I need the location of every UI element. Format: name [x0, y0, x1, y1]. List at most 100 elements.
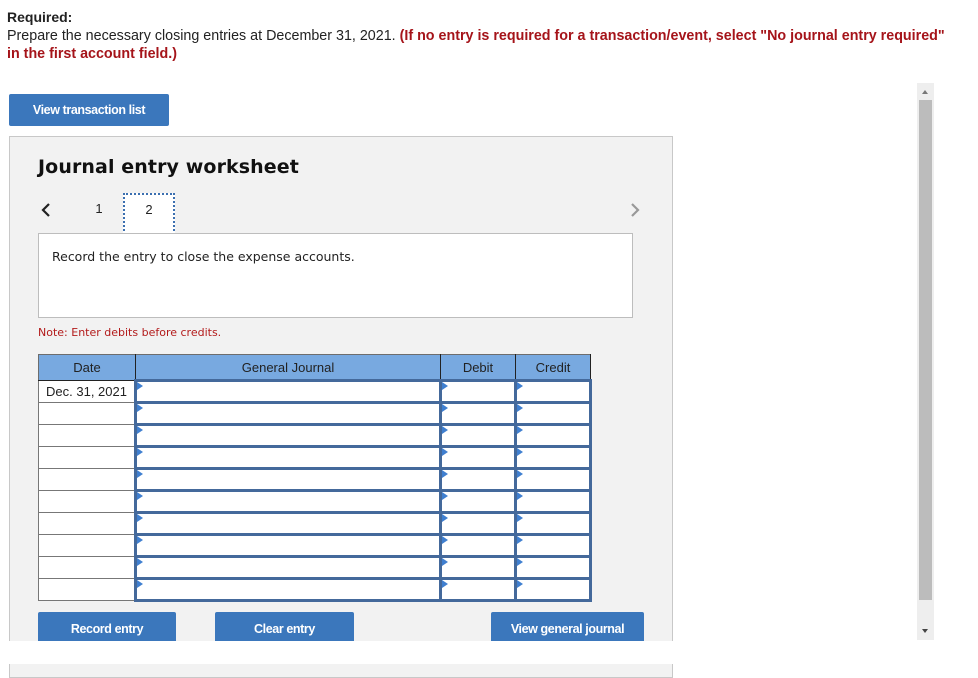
cell-marker-icon	[137, 536, 143, 544]
entry-description: Record the entry to close the expense ac…	[52, 249, 355, 264]
cell-marker-icon	[517, 426, 523, 434]
credit-input[interactable]	[514, 445, 592, 470]
date-cell	[38, 468, 136, 491]
account-select[interactable]	[134, 489, 442, 514]
header-date: Date	[38, 354, 136, 381]
debit-input[interactable]	[439, 423, 517, 448]
debit-input[interactable]	[439, 577, 517, 602]
entry-description-box: Record the entry to close the expense ac…	[38, 233, 633, 318]
credit-input[interactable]	[514, 423, 592, 448]
date-cell	[38, 490, 136, 513]
account-select[interactable]	[134, 445, 442, 470]
cell-marker-icon	[517, 536, 523, 544]
account-select[interactable]	[134, 467, 442, 492]
date-cell: Dec. 31, 2021	[38, 380, 136, 403]
vertical-scrollbar[interactable]	[917, 83, 934, 640]
cell-marker-icon	[517, 580, 523, 588]
cell-marker-icon	[442, 536, 448, 544]
viewport-bottom	[0, 641, 978, 664]
credit-input[interactable]	[514, 489, 592, 514]
table-row	[38, 533, 592, 558]
debit-input[interactable]	[439, 533, 517, 558]
table-header-row: Date General Journal Debit Credit	[38, 354, 591, 381]
cell-marker-icon	[137, 382, 143, 390]
required-instructions: Prepare the necessary closing entries at…	[7, 27, 952, 63]
header-debit: Debit	[440, 354, 516, 381]
cell-marker-icon	[517, 558, 523, 566]
arrow-down-icon	[922, 629, 928, 633]
account-select[interactable]	[134, 555, 442, 580]
debit-input[interactable]	[439, 511, 517, 536]
journal-entry-worksheet-panel: Journal entry worksheet 1 2 Record the e…	[9, 136, 673, 678]
account-select[interactable]	[134, 379, 442, 404]
cell-marker-icon	[517, 404, 523, 412]
credit-input[interactable]	[514, 379, 592, 404]
date-cell	[38, 512, 136, 535]
cell-marker-icon	[137, 448, 143, 456]
scroll-up-button[interactable]	[917, 83, 934, 99]
table-row	[38, 445, 592, 470]
debit-input[interactable]	[439, 555, 517, 580]
cell-marker-icon	[137, 558, 143, 566]
table-row	[38, 555, 592, 580]
cell-marker-icon	[442, 448, 448, 456]
instruction-text: Prepare the necessary closing entries at…	[7, 28, 396, 44]
debits-note: Note: Enter debits before credits.	[38, 326, 222, 339]
credit-input[interactable]	[514, 401, 592, 426]
table-row	[38, 401, 592, 426]
cell-marker-icon	[137, 514, 143, 522]
credit-input[interactable]	[514, 467, 592, 492]
tab-entry-1[interactable]: 1	[90, 201, 108, 216]
credit-input[interactable]	[514, 577, 592, 602]
cell-marker-icon	[442, 426, 448, 434]
journal-table: Date General Journal Debit Credit Dec. 3…	[38, 354, 592, 602]
account-select[interactable]	[134, 423, 442, 448]
chevron-left-icon	[41, 203, 50, 217]
table-row	[38, 489, 592, 514]
cell-marker-icon	[517, 492, 523, 500]
cell-marker-icon	[137, 470, 143, 478]
cell-marker-icon	[442, 470, 448, 478]
scrollbar-thumb[interactable]	[919, 100, 932, 600]
cell-marker-icon	[137, 426, 143, 434]
debit-input[interactable]	[439, 489, 517, 514]
cell-marker-icon	[517, 382, 523, 390]
cell-marker-icon	[442, 382, 448, 390]
cell-marker-icon	[137, 492, 143, 500]
debit-input[interactable]	[439, 467, 517, 492]
date-cell	[38, 534, 136, 557]
cell-marker-icon	[137, 404, 143, 412]
debit-input[interactable]	[439, 445, 517, 470]
debit-input[interactable]	[439, 379, 517, 404]
header-general-journal: General Journal	[135, 354, 441, 381]
header-credit: Credit	[515, 354, 591, 381]
tab-entry-2[interactable]: 2	[123, 193, 175, 235]
account-select[interactable]	[134, 577, 442, 602]
cell-marker-icon	[517, 514, 523, 522]
cell-marker-icon	[442, 558, 448, 566]
cell-marker-icon	[517, 470, 523, 478]
required-heading: Required:	[7, 9, 73, 25]
cell-marker-icon	[442, 492, 448, 500]
next-entry-button[interactable]	[627, 199, 643, 221]
account-select[interactable]	[134, 401, 442, 426]
date-cell	[38, 424, 136, 447]
account-select[interactable]	[134, 511, 442, 536]
date-cell	[38, 402, 136, 425]
date-cell	[38, 556, 136, 579]
table-row	[38, 467, 592, 492]
table-row: Dec. 31, 2021	[38, 379, 592, 404]
credit-input[interactable]	[514, 555, 592, 580]
debit-input[interactable]	[439, 401, 517, 426]
cell-marker-icon	[442, 404, 448, 412]
view-transaction-list-button[interactable]: View transaction list	[9, 94, 169, 126]
worksheet-title: Journal entry worksheet	[38, 156, 299, 178]
chevron-right-icon	[631, 203, 640, 217]
table-row	[38, 423, 592, 448]
account-select[interactable]	[134, 533, 442, 558]
credit-input[interactable]	[514, 533, 592, 558]
prev-entry-button[interactable]	[38, 199, 54, 221]
credit-input[interactable]	[514, 511, 592, 536]
scroll-down-button[interactable]	[917, 624, 934, 640]
cell-marker-icon	[517, 448, 523, 456]
